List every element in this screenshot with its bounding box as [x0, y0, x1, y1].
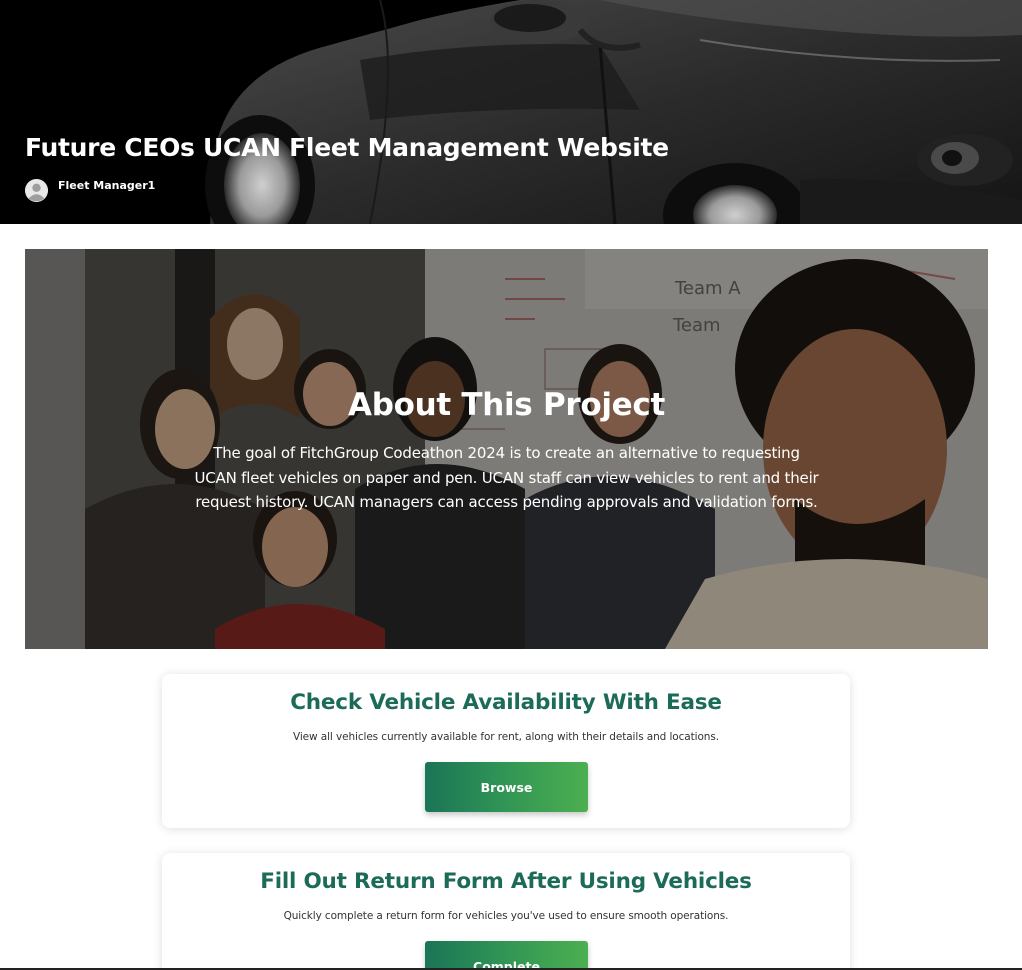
about-section: Team A Team About This Project The goal … [25, 249, 988, 649]
user-profile[interactable]: Fleet Manager1 [25, 178, 155, 202]
about-title: About This Project [348, 387, 665, 423]
user-name[interactable]: Fleet Manager1 [58, 179, 155, 192]
card-description: View all vehicles currently available fo… [293, 731, 719, 743]
return-form-card: Fill Out Return Form After Using Vehicle… [162, 853, 850, 970]
card-title: Check Vehicle Availability With Ease [290, 690, 722, 715]
hero-banner: Future CEOs UCAN Fleet Management Websit… [0, 0, 1022, 224]
card-description: Quickly complete a return form for vehic… [283, 910, 729, 922]
about-description: The goal of FitchGroup Codeathon 2024 is… [194, 444, 819, 511]
vehicle-availability-card: Check Vehicle Availability With Ease Vie… [162, 674, 850, 828]
page-title: Future CEOs UCAN Fleet Management Websit… [25, 133, 669, 162]
user-avatar-icon[interactable] [25, 178, 48, 202]
browse-button[interactable]: Browse [425, 762, 588, 812]
card-title: Fill Out Return Form After Using Vehicle… [260, 869, 752, 894]
complete-button[interactable]: Complete [425, 941, 588, 970]
